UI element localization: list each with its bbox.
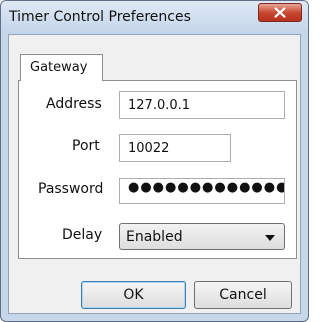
port-input[interactable] xyxy=(119,134,231,162)
close-button[interactable] xyxy=(258,3,302,22)
tab-gateway-label: Gateway xyxy=(30,60,88,75)
password-label: Password xyxy=(38,181,104,197)
port-label: Port xyxy=(72,138,100,154)
preferences-dialog: Timer Control Preferences Gateway Addres… xyxy=(0,0,309,322)
delay-selected-value: Enabled xyxy=(126,229,183,245)
address-input[interactable] xyxy=(119,91,285,119)
cancel-button[interactable]: Cancel xyxy=(194,281,292,309)
chevron-down-icon xyxy=(265,235,275,241)
close-icon xyxy=(274,7,286,18)
ok-button[interactable]: OK xyxy=(81,281,186,309)
tab-gateway[interactable]: Gateway xyxy=(20,54,103,81)
title-bar[interactable]: Timer Control Preferences xyxy=(1,1,308,33)
password-mask: ●●●●●●●●●●●●●●●● xyxy=(128,180,284,195)
window-title: Timer Control Preferences xyxy=(9,9,191,25)
password-input[interactable]: ●●●●●●●●●●●●●●●● xyxy=(119,178,285,204)
delay-label: Delay xyxy=(62,227,103,243)
address-label: Address xyxy=(46,96,102,112)
delay-select[interactable]: Enabled xyxy=(119,223,285,250)
